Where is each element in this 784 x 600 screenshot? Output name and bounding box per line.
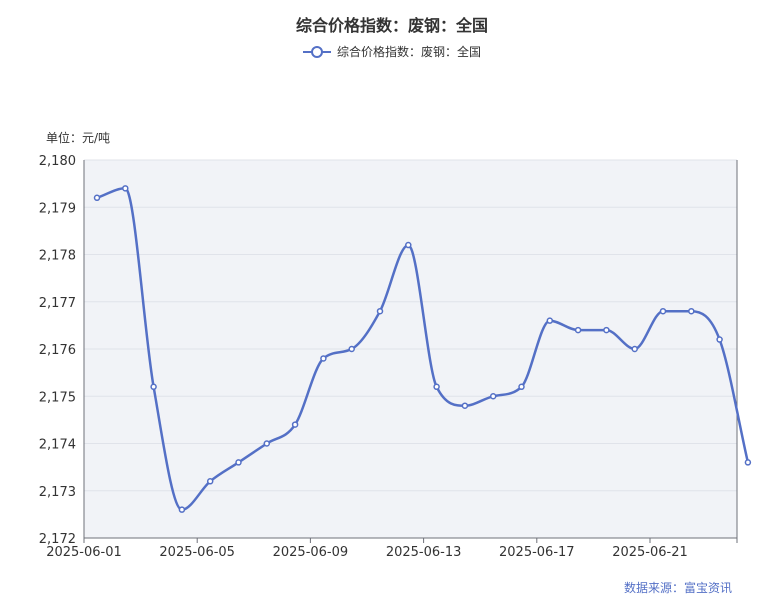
data-point — [688, 307, 695, 315]
data-point — [433, 383, 440, 391]
data-point — [178, 506, 186, 513]
data-point — [574, 326, 582, 334]
x-tick-label: 2025-06-13 — [386, 545, 462, 560]
x-tick-label: 2025-06-17 — [499, 545, 575, 560]
data-point — [122, 185, 129, 192]
x-tick-label: 2025-06-21 — [612, 545, 688, 560]
data-point — [518, 383, 525, 391]
data-point — [376, 307, 384, 315]
data-point — [93, 194, 101, 202]
data-point — [320, 355, 327, 362]
y-tick-label: 2,178 — [39, 249, 76, 264]
data-point — [631, 345, 638, 353]
data-point — [405, 241, 412, 249]
y-tick-label: 2,179 — [39, 201, 76, 216]
data-source[interactable]: 数据来源：富宝资讯 — [624, 579, 732, 596]
x-tick-label: 2025-06-01 — [46, 545, 122, 560]
y-tick-label: 2,174 — [39, 438, 76, 453]
y-tick-label: 2,173 — [39, 485, 76, 500]
data-point — [744, 459, 752, 466]
chart-plot: 2,1722,1732,1742,1752,1762,1772,1782,179… — [39, 154, 752, 560]
y-tick-label: 2,180 — [39, 154, 76, 169]
y-tick-label: 2,176 — [39, 343, 76, 358]
data-point — [291, 421, 299, 428]
y-tick-label: 2,177 — [39, 296, 76, 311]
data-point — [235, 459, 242, 466]
y-tick-label: 2,175 — [39, 390, 76, 405]
data-point — [546, 317, 554, 324]
data-point — [461, 402, 469, 409]
data-point — [206, 478, 214, 485]
data-point — [716, 336, 723, 343]
data-point — [150, 383, 157, 391]
data-point — [348, 345, 355, 353]
x-tick-label: 2025-06-09 — [273, 545, 349, 560]
x-tick-label: 2025-06-05 — [159, 545, 235, 560]
data-point — [603, 326, 610, 334]
data-point — [659, 307, 667, 315]
data-point — [489, 393, 497, 400]
data-point — [263, 440, 271, 447]
